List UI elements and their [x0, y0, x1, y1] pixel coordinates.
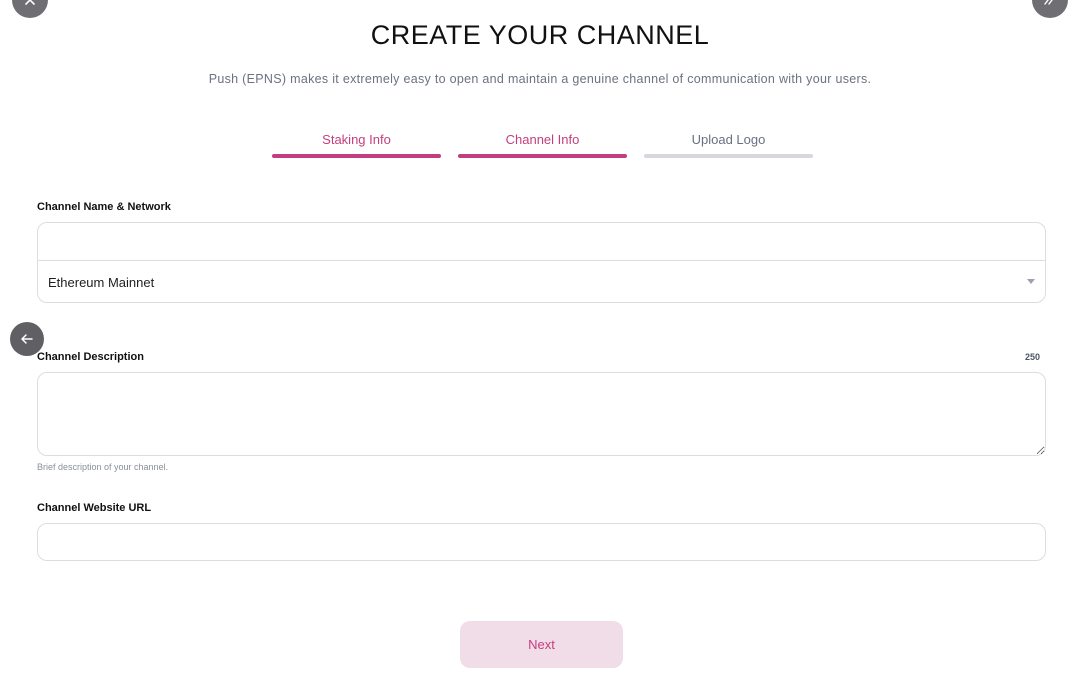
create-channel-page: CREATE YOUR CHANNEL Push (EPNS) makes it…: [0, 0, 1080, 677]
close-button[interactable]: [12, 0, 48, 18]
forward-button[interactable]: [1032, 0, 1068, 18]
step-progress-bar: [458, 154, 627, 158]
channel-name-input[interactable]: [38, 223, 1045, 261]
next-button[interactable]: Next: [460, 621, 623, 668]
step-label: Channel Info: [505, 132, 580, 147]
channel-name-network-group: Ethereum Mainnet: [37, 222, 1046, 303]
step-channel-info[interactable]: Channel Info: [458, 132, 627, 158]
step-label: Upload Logo: [691, 132, 766, 147]
close-icon: [25, 0, 35, 5]
caret-down-icon: [1027, 279, 1035, 284]
step-staking-info[interactable]: Staking Info: [272, 132, 441, 158]
page-title: CREATE YOUR CHANNEL: [370, 20, 710, 50]
progress-steps: Staking Info Channel Info Upload Logo: [272, 132, 813, 158]
channel-name-label: Channel Name & Network: [37, 201, 171, 213]
channel-description-label: Channel Description: [37, 351, 144, 363]
network-selected-value: Ethereum Mainnet: [48, 274, 155, 290]
step-upload-logo[interactable]: Upload Logo: [644, 132, 813, 158]
step-progress-bar: [272, 154, 441, 158]
arrow-left-icon: [21, 334, 33, 344]
double-chevron-icon: [1044, 0, 1053, 5]
network-select[interactable]: Ethereum Mainnet: [38, 262, 1045, 302]
description-hint: Brief description of your channel.: [37, 462, 169, 472]
description-char-count: 250: [1024, 352, 1040, 362]
step-progress-bar: [644, 154, 813, 158]
page-subtitle: Push (EPNS) makes it extremely easy to o…: [208, 72, 872, 86]
channel-description-textarea[interactable]: [37, 372, 1046, 456]
step-label: Staking Info: [322, 132, 391, 147]
channel-website-label: Channel Website URL: [37, 502, 152, 514]
channel-website-input[interactable]: [37, 523, 1046, 561]
